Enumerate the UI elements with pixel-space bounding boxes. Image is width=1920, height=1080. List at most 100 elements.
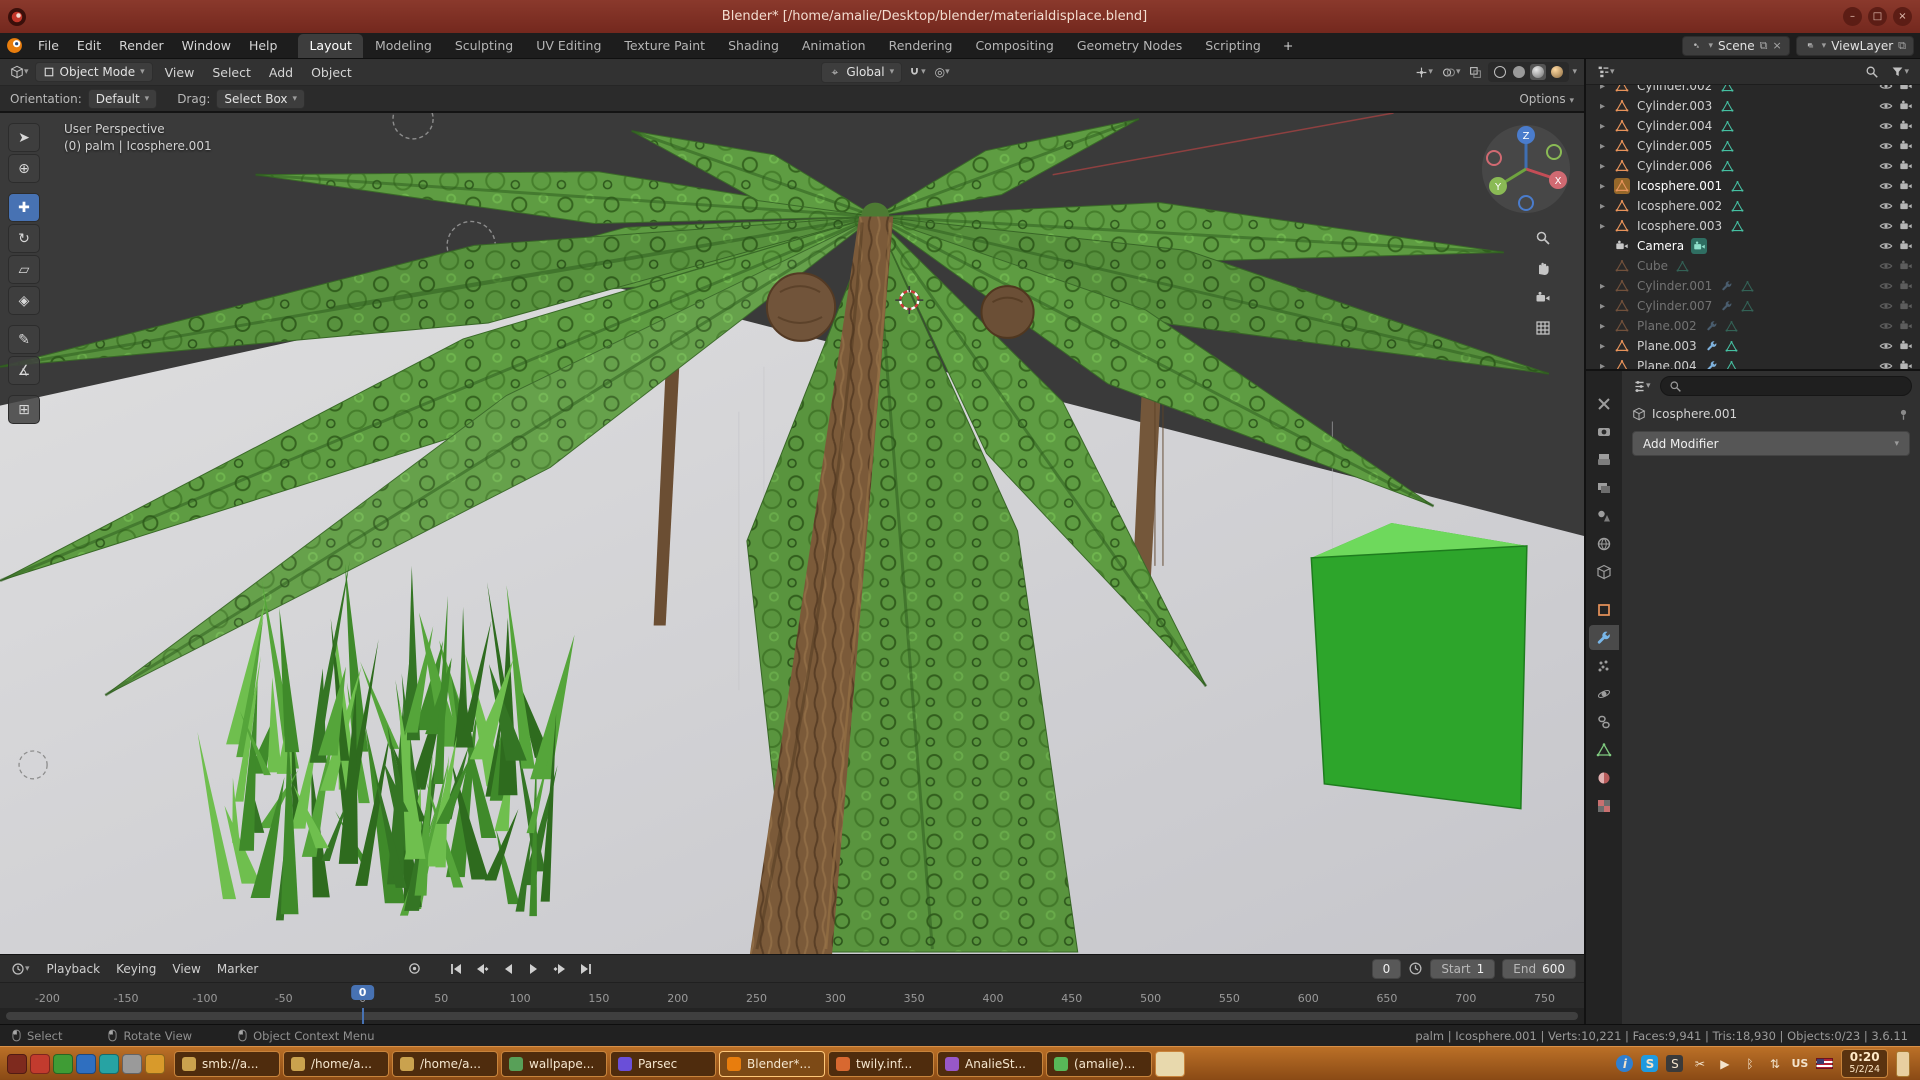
outliner-row[interactable]: ▸ Icosphere.002 bbox=[1586, 196, 1920, 216]
transform-tool[interactable]: ◈ bbox=[8, 286, 40, 315]
add-modifier-button[interactable]: Add Modifier ▾ bbox=[1632, 431, 1910, 456]
timeline-scrollbar[interactable] bbox=[6, 1012, 1578, 1020]
tab-object[interactable] bbox=[1589, 597, 1619, 622]
hide-in-viewport-eye-icon[interactable] bbox=[1878, 298, 1894, 314]
disable-in-renders-camera-icon[interactable] bbox=[1898, 298, 1914, 314]
minimize-button[interactable]: – bbox=[1843, 7, 1862, 26]
outliner-row[interactable]: ▸ Cylinder.001 bbox=[1586, 276, 1920, 296]
orientation-setting-dropdown[interactable]: Default ▾ bbox=[88, 89, 157, 109]
tab-constraints[interactable] bbox=[1589, 709, 1619, 734]
hide-in-viewport-eye-icon[interactable] bbox=[1878, 198, 1894, 214]
hide-in-viewport-eye-icon[interactable] bbox=[1878, 218, 1894, 234]
outliner-row[interactable]: ▸ Plane.004 bbox=[1586, 356, 1920, 369]
disable-in-renders-camera-icon[interactable] bbox=[1898, 158, 1914, 174]
workspace-tab[interactable]: Rendering bbox=[878, 34, 964, 58]
tab-modifiers[interactable] bbox=[1589, 625, 1619, 650]
navigation-gizmo[interactable]: Z X Y bbox=[1480, 123, 1572, 215]
move-tool[interactable]: ✚ bbox=[8, 193, 40, 222]
outliner-row[interactable]: ▸ Cylinder.004 bbox=[1586, 116, 1920, 136]
playhead[interactable]: 0 bbox=[351, 985, 375, 1000]
object-name[interactable]: Cylinder.007 bbox=[1634, 299, 1715, 313]
taskbar-window-button[interactable] bbox=[1155, 1051, 1185, 1077]
network-icon[interactable]: ⇅ bbox=[1766, 1055, 1783, 1072]
expand-arrow-icon[interactable]: ▸ bbox=[1600, 141, 1610, 152]
hide-in-viewport-eye-icon[interactable] bbox=[1878, 278, 1894, 294]
scissors-icon[interactable]: ✂ bbox=[1691, 1055, 1708, 1072]
object-name[interactable]: Cylinder.004 bbox=[1634, 119, 1715, 133]
scale-tool[interactable]: ▱ bbox=[8, 255, 40, 284]
menubar-item[interactable]: Edit bbox=[68, 35, 110, 56]
tab-view-layer[interactable] bbox=[1589, 475, 1619, 500]
measure-tool[interactable]: ∡ bbox=[8, 356, 40, 385]
toggle-xray-icon[interactable] bbox=[1466, 66, 1485, 79]
us-flag-icon[interactable] bbox=[1816, 1058, 1833, 1069]
hide-in-viewport-eye-icon[interactable] bbox=[1878, 118, 1894, 134]
menubar-item[interactable]: Window bbox=[173, 35, 240, 56]
camera-view-icon[interactable] bbox=[1528, 285, 1558, 311]
current-frame-field[interactable]: 0 bbox=[1372, 959, 1402, 979]
object-name[interactable]: Icosphere.001 bbox=[1634, 179, 1725, 193]
taskbar-window-button[interactable]: wallpape... bbox=[501, 1051, 607, 1077]
outliner-editor-icon[interactable]: ▾ bbox=[1594, 65, 1618, 78]
tab-collection[interactable] bbox=[1589, 559, 1619, 584]
timeline-track-area[interactable] bbox=[0, 1008, 1584, 1024]
auto-keying-button[interactable] bbox=[402, 959, 426, 979]
properties-search-input[interactable] bbox=[1660, 376, 1912, 396]
next-keyframe-button[interactable] bbox=[548, 959, 572, 979]
outliner-row[interactable]: ▸ Cylinder.007 bbox=[1586, 296, 1920, 316]
hide-in-viewport-eye-icon[interactable] bbox=[1878, 85, 1894, 94]
hide-in-viewport-eye-icon[interactable] bbox=[1878, 258, 1894, 274]
expand-arrow-icon[interactable]: ▸ bbox=[1600, 221, 1610, 232]
workspace-tab[interactable]: Texture Paint bbox=[613, 34, 716, 58]
3d-viewport[interactable]: User Perspective (0) palm | Icosphere.00… bbox=[0, 113, 1584, 954]
add-cube-tool[interactable]: ⊞ bbox=[8, 395, 40, 424]
disable-in-renders-camera-icon[interactable] bbox=[1898, 358, 1914, 369]
new-viewlayer-icon[interactable]: ⧉ bbox=[1898, 39, 1906, 53]
object-name[interactable]: Cylinder.003 bbox=[1634, 99, 1715, 113]
disable-in-renders-camera-icon[interactable] bbox=[1898, 118, 1914, 134]
expand-arrow-icon[interactable]: ▸ bbox=[1600, 281, 1610, 292]
tab-object-data[interactable] bbox=[1589, 737, 1619, 762]
workspace-tab[interactable]: Layout bbox=[298, 34, 363, 58]
select-box-tool[interactable]: ➤ bbox=[8, 123, 40, 152]
s-app-icon[interactable]: S bbox=[1666, 1055, 1683, 1072]
viewport-menu-item[interactable]: Object bbox=[302, 62, 361, 83]
taskbar-clock[interactable]: 0:20 5/2/24 bbox=[1841, 1049, 1888, 1078]
tab-render[interactable] bbox=[1589, 419, 1619, 444]
hide-in-viewport-eye-icon[interactable] bbox=[1878, 318, 1894, 334]
disable-in-renders-camera-icon[interactable] bbox=[1898, 98, 1914, 114]
workspace-tab[interactable]: UV Editing bbox=[525, 34, 612, 58]
taskbar-window-button[interactable]: /home/a... bbox=[392, 1051, 498, 1077]
rotate-tool[interactable]: ↻ bbox=[8, 224, 40, 253]
disable-in-renders-camera-icon[interactable] bbox=[1898, 338, 1914, 354]
delete-scene-icon[interactable]: × bbox=[1772, 39, 1781, 52]
close-button[interactable]: × bbox=[1893, 7, 1912, 26]
new-scene-icon[interactable]: ⧉ bbox=[1760, 39, 1768, 53]
jump-to-end-button[interactable] bbox=[574, 959, 598, 979]
taskbar-window-button[interactable]: twily.inf... bbox=[828, 1051, 934, 1077]
disable-in-renders-camera-icon[interactable] bbox=[1898, 258, 1914, 274]
show-desktop-widget[interactable] bbox=[1896, 1051, 1910, 1077]
proportional-editing-icon[interactable]: ◎▾ bbox=[932, 65, 953, 79]
disable-in-renders-camera-icon[interactable] bbox=[1898, 278, 1914, 294]
outliner-filter-icon[interactable]: ▾ bbox=[1888, 65, 1912, 78]
use-preview-range-icon[interactable] bbox=[1408, 961, 1423, 976]
drag-setting-dropdown[interactable]: Select Box ▾ bbox=[216, 89, 305, 109]
toggle-ortho-grid-icon[interactable] bbox=[1528, 315, 1558, 341]
info-icon[interactable]: i bbox=[1616, 1055, 1633, 1072]
outliner-row[interactable]: ▸ Plane.003 bbox=[1586, 336, 1920, 356]
outliner-row[interactable]: ▸ Cube bbox=[1586, 256, 1920, 276]
hide-in-viewport-eye-icon[interactable] bbox=[1878, 358, 1894, 369]
app-launcher-icon[interactable] bbox=[53, 1054, 73, 1074]
snap-magnet-icon[interactable]: ▾ bbox=[905, 66, 929, 79]
hide-in-viewport-eye-icon[interactable] bbox=[1878, 338, 1894, 354]
shading-options-chevron-icon[interactable]: ▾ bbox=[1572, 67, 1577, 77]
disable-in-renders-camera-icon[interactable] bbox=[1898, 238, 1914, 254]
tab-tool[interactable] bbox=[1589, 391, 1619, 416]
taskbar-window-button[interactable]: (amalie)... bbox=[1046, 1051, 1152, 1077]
outliner-row[interactable]: ▸ Cylinder.002 bbox=[1586, 85, 1920, 96]
app-launcher-icon[interactable] bbox=[7, 1054, 27, 1074]
properties-editor-icon[interactable]: ▾ bbox=[1630, 380, 1654, 393]
timeline-menu-item[interactable]: Playback bbox=[41, 960, 107, 978]
timeline-menu-item[interactable]: View bbox=[166, 960, 206, 978]
